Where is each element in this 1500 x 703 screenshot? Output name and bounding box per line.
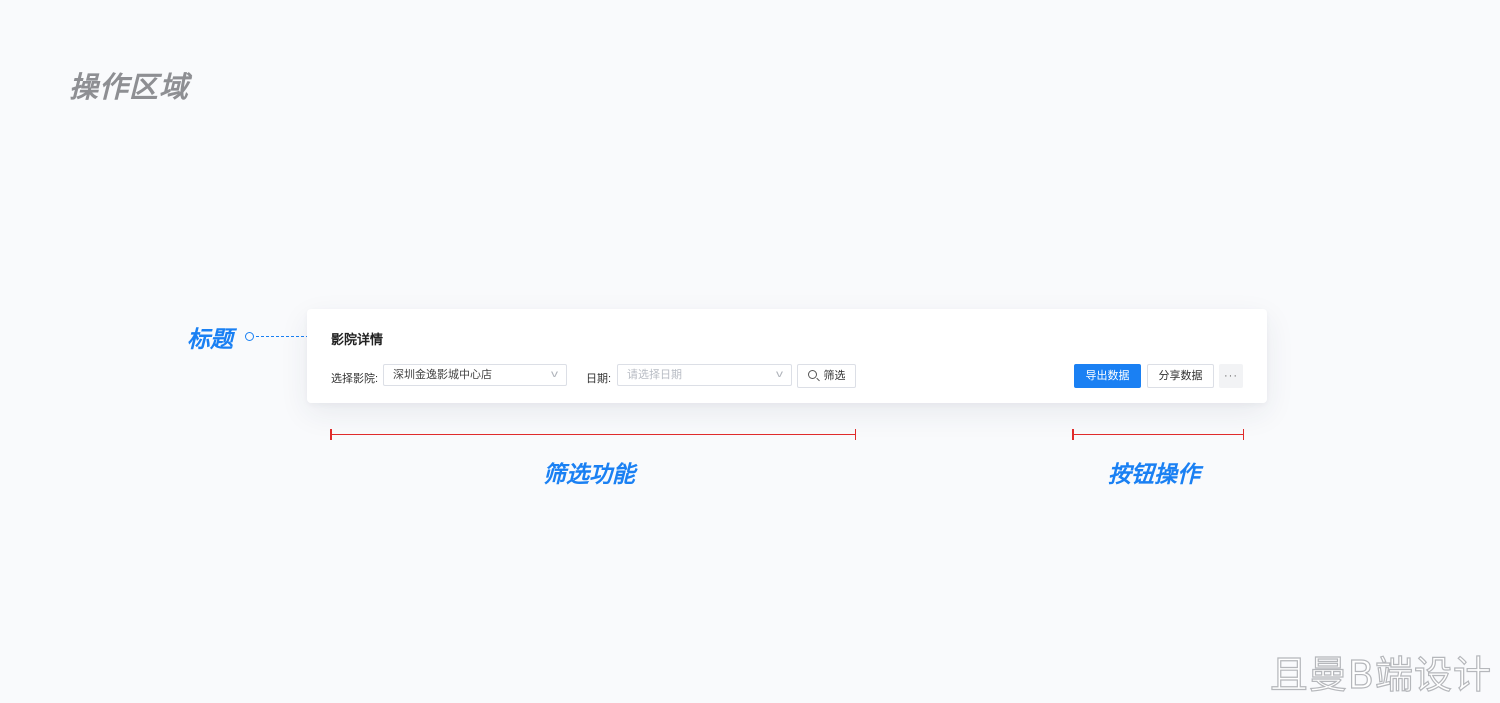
search-icon	[807, 370, 817, 379]
cinema-select[interactable]: 深圳金逸影城中心店 v	[383, 364, 567, 386]
date-picker[interactable]: 请选择日期 v	[617, 364, 792, 386]
buttons-area-bracket	[1072, 429, 1244, 440]
cinema-select-value: 深圳金逸影城中心店	[393, 369, 492, 381]
date-picker-placeholder: 请选择日期	[627, 369, 682, 381]
cinema-select-label: 选择影院:	[331, 373, 379, 385]
panel-title: 影院详情	[331, 332, 384, 347]
section-title: 操作区域	[69, 72, 190, 104]
filter-button-label: 筛选	[823, 370, 846, 382]
operation-panel: 影院详情 选择影院: 深圳金逸影城中心店 v 日期: 请选择日期 v 筛选 导出…	[307, 309, 1267, 403]
watermark: 且曼B端设计	[1269, 652, 1492, 697]
buttons-annotation: 按钮操作	[1108, 461, 1200, 487]
filter-button[interactable]: 筛选	[797, 364, 856, 388]
chevron-down-icon: v	[776, 369, 783, 380]
export-data-button[interactable]: 导出数据	[1074, 364, 1141, 388]
title-annotation: 标题	[187, 326, 233, 352]
filter-area-bracket	[330, 429, 856, 440]
share-data-button[interactable]: 分享数据	[1147, 364, 1214, 388]
more-button[interactable]: ···	[1219, 364, 1243, 388]
filter-annotation: 筛选功能	[543, 461, 635, 487]
date-select-label: 日期:	[586, 373, 612, 385]
chevron-down-icon: v	[551, 369, 558, 380]
leader-dot	[245, 332, 254, 341]
